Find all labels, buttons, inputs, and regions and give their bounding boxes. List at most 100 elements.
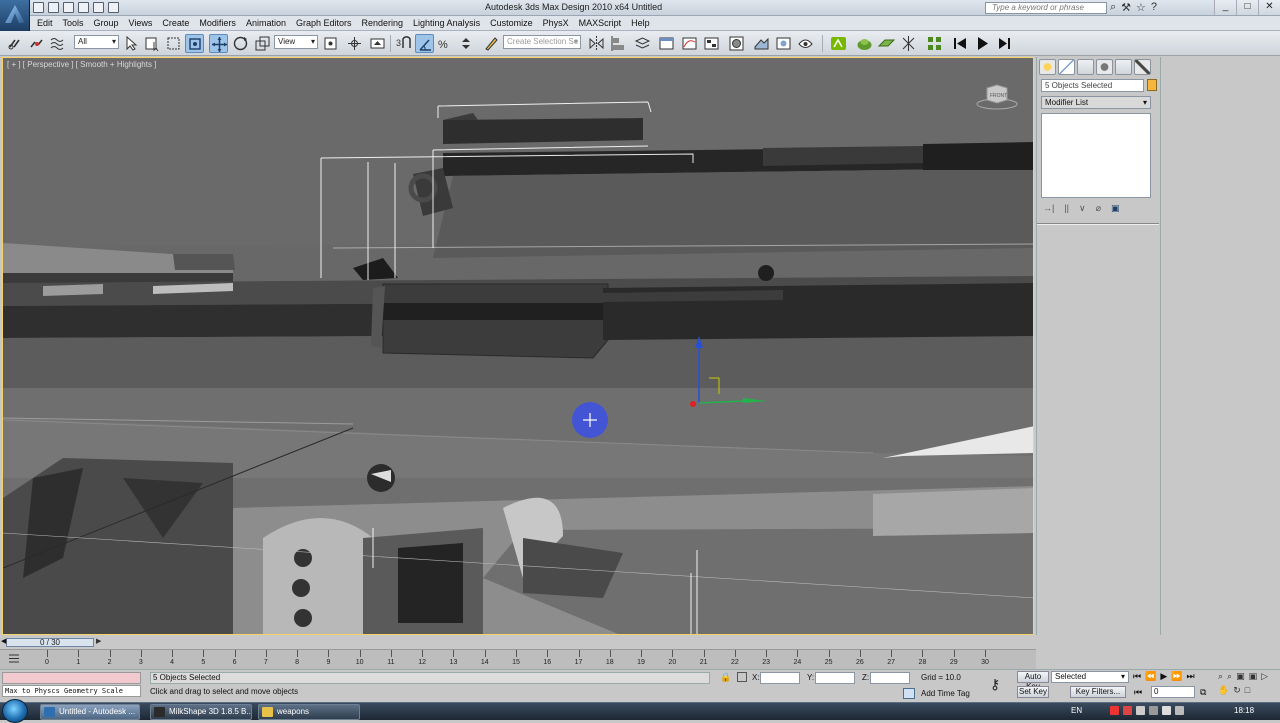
previous-frame-icon[interactable]: ⏪ [1145, 671, 1156, 682]
new-file-icon[interactable] [33, 2, 44, 13]
open-file-icon[interactable] [48, 2, 59, 13]
taskbar-item-3dsmax[interactable]: Untitled - Autodesk ... [40, 704, 140, 720]
project-folder-icon[interactable] [108, 2, 119, 13]
maxscript-mini-listener-output[interactable]: Max to Physcs Geometry Scale [2, 685, 141, 697]
current-frame-field[interactable]: 0 [1151, 686, 1195, 698]
zoom-icon[interactable]: ⌕ [1218, 671, 1223, 682]
selection-lock-icon[interactable]: 🔒 [720, 672, 731, 683]
make-unique-icon[interactable]: ∨ [1079, 203, 1086, 214]
pivot-center-icon[interactable] [321, 34, 340, 53]
help-icon[interactable]: ? [1151, 1, 1157, 14]
time-configuration-icon[interactable]: ⧉ [1200, 687, 1206, 698]
material-editor-icon[interactable] [727, 34, 746, 53]
key-mode-dropdown[interactable]: Selected [1051, 671, 1129, 683]
flag-icon[interactable] [1162, 706, 1171, 715]
go-to-end-icon[interactable]: ⏭ [1186, 671, 1194, 682]
utilities-tab-icon[interactable] [1134, 59, 1151, 75]
perspective-viewport[interactable]: [ + ] [ Perspective ] [ Smooth + Highlig… [2, 57, 1034, 635]
auto-key-button[interactable]: Auto Key [1017, 671, 1049, 691]
viewport-label[interactable]: [ + ] [ Perspective ] [ Smooth + Highlig… [7, 60, 156, 69]
y-coordinate-field[interactable] [815, 672, 855, 684]
tray-app-icon[interactable] [1110, 706, 1119, 715]
menu-modifiers[interactable]: Modifiers [194, 16, 241, 31]
menu-animation[interactable]: Animation [241, 16, 291, 31]
add-time-tag-label[interactable]: Add Time Tag [921, 689, 970, 698]
undo-icon[interactable] [78, 2, 89, 13]
physx-constraint-icon[interactable] [899, 34, 918, 53]
menu-maxscript[interactable]: MAXScript [574, 16, 627, 31]
menu-physx[interactable]: PhysX [538, 16, 574, 31]
close-button[interactable]: ✕ [1258, 0, 1280, 15]
maximize-viewport-icon[interactable]: □ [1245, 685, 1250, 696]
window-crossing-icon[interactable] [185, 34, 204, 53]
bind-spacewarp-icon[interactable] [48, 34, 67, 53]
object-name-field[interactable]: 5 Objects Selected [1041, 79, 1144, 92]
modifier-list-dropdown[interactable]: Modifier List [1041, 96, 1151, 109]
wrench-icon[interactable]: ⚒ [1121, 1, 1131, 14]
key-filters-button[interactable]: Key Filters... [1070, 686, 1126, 698]
object-color-swatch[interactable] [1147, 79, 1157, 91]
x-coordinate-field[interactable] [760, 672, 800, 684]
next-frame-icon[interactable]: ⏩ [1171, 671, 1182, 682]
maxscript-mini-listener-input[interactable] [2, 672, 141, 684]
menu-help[interactable]: Help [626, 16, 655, 31]
schematic-view-icon[interactable] [702, 34, 721, 53]
z-coordinate-field[interactable] [870, 672, 910, 684]
taskbar-clock[interactable]: 18:18 [1234, 706, 1254, 715]
zoom-all-icon[interactable]: ⌕ [1227, 671, 1232, 682]
reference-coordinate-dropdown[interactable]: View [274, 35, 318, 49]
tray-app-icon[interactable] [1136, 706, 1145, 715]
redo-icon[interactable] [93, 2, 104, 13]
tray-app-icon[interactable] [1123, 706, 1132, 715]
physx-rigid-body-icon[interactable] [855, 34, 874, 53]
display-tab-icon[interactable] [1115, 59, 1132, 75]
time-slider-thumb[interactable]: 0 / 30 [6, 638, 94, 647]
rendered-frame-window-icon[interactable] [774, 34, 793, 53]
taskbar-item-milkshape[interactable]: MilkShape 3D 1.8.5 B... [150, 704, 252, 720]
manipulate-icon[interactable] [345, 34, 364, 53]
pan-icon[interactable]: ✋ [1218, 685, 1229, 696]
key-icon[interactable]: ⚷ [990, 676, 1000, 693]
help-search-input[interactable]: Type a keyword or phrase [985, 2, 1107, 14]
time-slider-prev-icon[interactable]: ◀ [1, 637, 6, 645]
save-file-icon[interactable] [63, 2, 74, 13]
render-production-icon[interactable] [796, 34, 815, 53]
select-and-scale-icon[interactable] [253, 34, 272, 53]
menu-tools[interactable]: Tools [58, 16, 89, 31]
mirror-icon[interactable] [587, 34, 606, 53]
select-and-rotate-icon[interactable] [231, 34, 250, 53]
go-to-start-icon[interactable]: ⏮ [1133, 671, 1141, 682]
language-indicator[interactable]: EN [1071, 706, 1082, 715]
field-of-view-icon[interactable]: ▷ [1261, 671, 1268, 682]
link-icon[interactable] [6, 34, 25, 53]
motion-tab-icon[interactable] [1096, 59, 1113, 75]
physx-cloth-icon[interactable] [877, 34, 896, 53]
play-icon[interactable]: ▶ [1160, 671, 1167, 682]
rectangular-selection-icon[interactable] [164, 34, 183, 53]
menu-lighting-analysis[interactable]: Lighting Analysis [408, 16, 485, 31]
named-selection-set-field[interactable]: Create Selection Se [503, 35, 581, 49]
unlink-icon[interactable] [27, 34, 46, 53]
menu-graph-editors[interactable]: Graph Editors [291, 16, 357, 31]
remove-modifier-icon[interactable]: ⌀ [1096, 203, 1101, 214]
sim-reset-icon[interactable] [951, 34, 970, 53]
graphite-ribbon-icon[interactable] [657, 34, 676, 53]
percent-snap-icon[interactable]: % [436, 34, 455, 53]
align-icon[interactable] [609, 34, 628, 53]
sim-step-icon[interactable] [995, 34, 1014, 53]
menu-create[interactable]: Create [157, 16, 194, 31]
show-end-result-icon[interactable]: || [1064, 203, 1069, 214]
edit-named-selection-icon[interactable] [482, 34, 501, 53]
menu-views[interactable]: Views [124, 16, 158, 31]
configure-modifier-sets-icon[interactable]: ▣ [1111, 203, 1120, 214]
pin-stack-icon[interactable]: →| [1043, 203, 1054, 214]
add-time-tag-icon[interactable] [903, 688, 915, 699]
maximize-button[interactable]: □ [1236, 0, 1258, 15]
start-button[interactable] [2, 699, 28, 723]
volume-icon[interactable] [1175, 706, 1184, 715]
taskbar-item-weapons-folder[interactable]: weapons [258, 704, 360, 720]
sim-play-icon[interactable] [973, 34, 992, 53]
absolute-mode-icon[interactable] [737, 672, 747, 682]
menu-rendering[interactable]: Rendering [357, 16, 409, 31]
minimize-button[interactable]: _ [1214, 0, 1236, 15]
